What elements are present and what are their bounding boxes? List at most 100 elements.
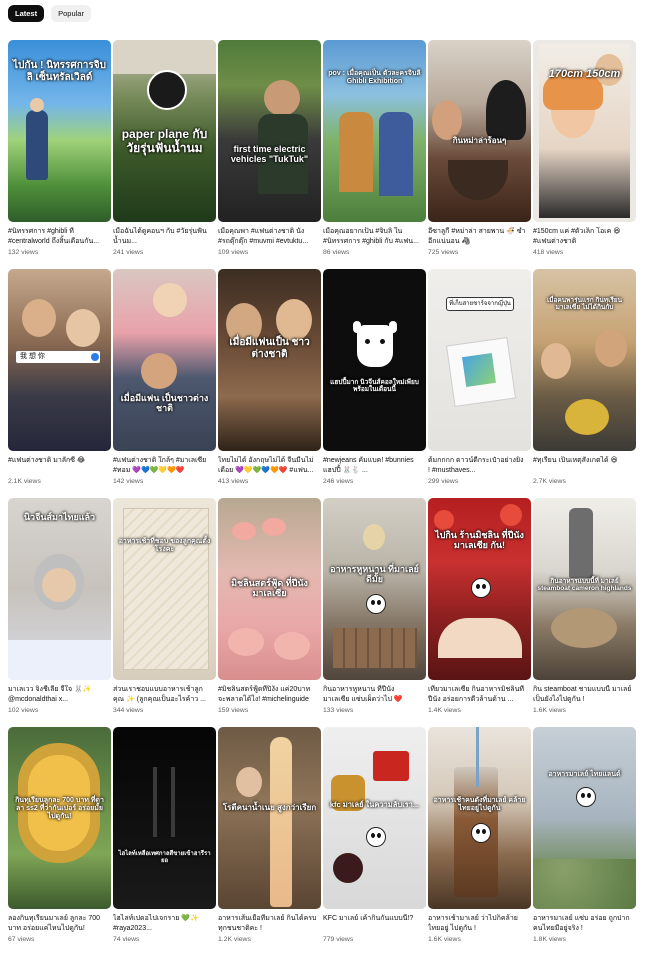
tab-latest[interactable]: Latest — [8, 5, 45, 22]
video-caption[interactable]: เที่ยวมาเลเซีย กินอาหารมิชลินที่ปีนัง อร… — [428, 685, 531, 705]
video-caption[interactable]: อี๋ซาลูกี้ #หม่าล่า สายพาน 🍜 ซ้ำอีกแน่นอ… — [428, 227, 531, 247]
view-count: 67 views — [8, 936, 35, 943]
short-card[interactable]: กินหม่าล่าร้อนๆ อี๋ซาลูกี้ #หม่าล่า สายพ… — [428, 40, 531, 269]
video-thumbnail[interactable]: ไปกัน ! นิทรรศการจิบลิ เซ็นทรัลเวิลด์ — [8, 40, 111, 222]
short-card[interactable]: นิวจีนส์มาไทยแล้ว มาเลเวว จิ่งชีเลีย จี้… — [8, 498, 111, 727]
view-count: 2.1K views — [8, 478, 41, 485]
video-caption[interactable]: มาเลเวว จิ่งชีเลีย จี้ใจ 🐰✨ @mcdonaldtha… — [8, 685, 111, 705]
short-card[interactable]: อาหารเช้าคนดังที่มาเลย์ คล้ายไทยอยู่ไปดู… — [428, 727, 531, 956]
video-caption[interactable]: อาหารมาเลย์ แซ่บ อร่อย ถูกปาก คนไทยมีอยู… — [533, 914, 636, 934]
thumbnail-overlay-text: pov : เมื่อคุณเป็น ตัวละครจิบลิ Ghibli E… — [328, 70, 421, 86]
thumbnail-overlay-text: อาหารมาเลย์ ไทยแลนด์ — [548, 771, 621, 778]
view-count: 159 views — [218, 707, 249, 714]
short-card[interactable]: kfc มาเลย์ ในความลับเรา... KFC มาเลย์ เค… — [323, 727, 426, 956]
thumbnail-overlay-text: กินหม่าล่าร้อนๆ — [452, 136, 507, 145]
video-thumbnail[interactable]: โรตีคนาน้ำเนย สูงกว่าเรียก — [218, 727, 321, 909]
video-caption[interactable]: อาหารเส้นเยือที่มาเลย์ กินได้ครบ ทุกชนชา… — [218, 914, 321, 934]
short-card[interactable]: pov : เมื่อคุณเป็น ตัวละครจิบลิ Ghibli E… — [323, 40, 426, 269]
short-card[interactable]: อาหารเช้าที่ชอบ ของลูกคุณตั้งโรงคะ ส่วนเ… — [113, 498, 216, 727]
short-card[interactable]: โรตีคนาน้ำเนย สูงกว่าเรียก อาหารเส้นเยือ… — [218, 727, 321, 956]
short-card[interactable]: paper plane กับ วัยรุ่นฟันน้ำนม เมื่อฉัน… — [113, 40, 216, 269]
video-thumbnail[interactable]: first time electric vehicles "TukTuk" — [218, 40, 321, 222]
video-caption[interactable]: #ทุเรียน เป็นเหตุสังเกตได้ 😆 — [533, 456, 636, 476]
video-caption[interactable]: ส่วนเราชอบแบบอาหารเช้าลูกคุณ ✨ (ลูกคุณเป… — [113, 685, 216, 705]
video-thumbnail[interactable]: อาหารมาเลย์ ไทยแลนด์ — [533, 727, 636, 909]
video-thumbnail[interactable]: เมื่อคนพารุ่นแรก กินทุเรียนมาเลเซีย ไม่ไ… — [533, 269, 636, 451]
emoji-face-icon — [575, 787, 596, 807]
video-caption[interactable]: #นิทรรศการ #ghibli ที่ #centralworld ถึง… — [8, 227, 111, 247]
video-caption[interactable]: KFC มาเลย์ เค้ากินกันแบบนี้!? — [323, 914, 426, 934]
short-card[interactable]: 我 想 你 #แฟนต่างชาติ มาลักซี 😂 2.1K views — [8, 269, 111, 498]
view-count: 1.8K views — [533, 936, 566, 943]
video-thumbnail[interactable]: kfc มาเลย์ ในความลับเรา... — [323, 727, 426, 909]
video-thumbnail[interactable]: เมื่อมีแฟนเป็น ชาวต่างชาติ — [218, 269, 321, 451]
view-count: 74 views — [113, 936, 140, 943]
short-card[interactable]: กินทุเรียนลูกละ 700 บาท ที่ดาลา ss2 ที่ว… — [8, 727, 111, 956]
video-thumbnail[interactable]: pov : เมื่อคุณเป็น ตัวละครจิบลิ Ghibli E… — [323, 40, 426, 222]
video-caption[interactable]: ไฮไลท์เปดอไปเจกราย 💚✨ #raya2023... — [113, 914, 216, 934]
video-thumbnail[interactable]: นิวจีนส์มาไทยแล้ว — [8, 498, 111, 680]
video-thumbnail[interactable]: paper plane กับ วัยรุ่นฟันน้ำนม — [113, 40, 216, 222]
video-thumbnail[interactable]: ที่เก็บสายชาร์จจากญี่ปุ่น — [428, 269, 531, 451]
emoji-face-icon — [470, 578, 491, 598]
video-thumbnail[interactable]: 我 想 你 — [8, 269, 111, 451]
video-thumbnail[interactable]: เมื่อมีแฟน เป็นชาวต่างชาติ — [113, 269, 216, 451]
short-card[interactable]: ที่เก็บสายชาร์จจากญี่ปุ่น ต้มกกกก ดาวน์ด… — [428, 269, 531, 498]
video-caption[interactable]: กินอาหารหูหนาน ที่ปีนัง มาเลเซีย แซ่บเผ็… — [323, 685, 426, 705]
video-caption[interactable]: กิน steamboat ชามแบบนี้ มาเลย์ เป็นยังไง… — [533, 685, 636, 705]
video-caption[interactable]: ลองกินทุเรียนมาเลย์ ลูกละ 700 บาท อร่อยแ… — [8, 914, 111, 934]
short-card[interactable]: 170cm 150cm #150cm แค่ #ตัวเล็ก โอเค 😆 #… — [533, 40, 636, 269]
short-card[interactable]: แฮปปี้มาก นิวจีนส์คอลใหม่เพียบ พร้อมในเด… — [323, 269, 426, 498]
video-thumbnail[interactable]: กินทุเรียนลูกละ 700 บาท ที่ดาลา ss2 ที่ว… — [8, 727, 111, 909]
view-count: 299 views — [428, 478, 459, 485]
video-thumbnail[interactable]: อาหารเช้าที่ชอบ ของลูกคุณตั้งโรงคะ — [113, 498, 216, 680]
video-thumbnail[interactable]: กินหม่าล่าร้อนๆ — [428, 40, 531, 222]
short-card[interactable]: เมื่อมีแฟนเป็น ชาวต่างชาติ ไทยไม่ได้ อัง… — [218, 269, 321, 498]
video-thumbnail[interactable]: อาหารหูหนาน ที่มาเลย์ ดีมั้ย — [323, 498, 426, 680]
thumbnail-overlay-text: เมื่อมีแฟนเป็น ชาวต่างชาติ — [229, 337, 310, 360]
video-thumbnail[interactable]: 170cm 150cm — [533, 40, 636, 222]
video-caption[interactable]: ไทยไม่ได้ อังกฤษไม่ได้ จีนมีนไม่เดือย 💜💛… — [218, 456, 321, 476]
video-thumbnail[interactable]: มิชลินสตร์ฟู้ด ที่ปีนัง มาเลเซีย — [218, 498, 321, 680]
short-card[interactable]: first time electric vehicles "TukTuk" เม… — [218, 40, 321, 269]
video-thumbnail[interactable]: กินอาหารแบบนี้ที่ มาเลย์ steamboat camer… — [533, 498, 636, 680]
video-caption[interactable]: #มิชลินสตร์ฟู้ดที่ปิงัง แค่20บาท จะพลาดไ… — [218, 685, 321, 705]
short-card[interactable]: ไฮไลท์เหลือเทศกาลสีขายเข้าฮารีรายอ ไฮไลท… — [113, 727, 216, 956]
short-card[interactable]: เมื่อมีแฟน เป็นชาวต่างชาติ #แฟนต่างชาติ … — [113, 269, 216, 498]
filter-tabs: Latest Popular — [8, 5, 91, 22]
thumbnail-overlay-text: อาหารหูหนาน ที่มาเลย์ ดีมั้ย — [330, 564, 419, 585]
thumbnail-overlay-text: แฮปปี้มาก นิวจีนส์คอลใหม่เพียบ พร้อมในเด… — [330, 379, 419, 394]
thumbnail-overlay-text: ที่เก็บสายชาร์จจากญี่ปุ่น — [446, 297, 514, 311]
thumbnail-overlay-text: first time electric vehicles "TukTuk" — [230, 144, 309, 165]
view-count: 1.6K views — [533, 707, 566, 714]
short-card[interactable]: เมื่อคนพารุ่นแรก กินทุเรียนมาเลเซีย ไม่ไ… — [533, 269, 636, 498]
video-caption[interactable]: เมื่อฉันได้ดูคอนฯ กับ #วัยรุ่นฟันน้ำนม..… — [113, 227, 216, 247]
emoji-face-icon — [365, 594, 386, 614]
video-caption[interactable]: เมื่อคุณพา #แฟนต่างชาติ นั่ง #รถตุ๊กตุ๊ก… — [218, 227, 321, 247]
view-count: 132 views — [8, 249, 39, 256]
video-caption[interactable]: #150cm แค่ #ตัวเล็ก โอเค 😆 #แฟนต่างชาติ — [533, 227, 636, 247]
video-thumbnail[interactable]: ไปกิน ร้านมิชลิน ที่ปีนัง มาเลเซีย กัน! — [428, 498, 531, 680]
video-caption[interactable]: #แฟนต่างชาติ ใกล้ๆ #มาเลเซีย #ทอม 💜💙💚💛🧡❤… — [113, 456, 216, 476]
thumbnail-overlay-text: นิวจีนส์มาไทยแล้ว — [23, 512, 96, 522]
short-card[interactable]: ไปกิน ร้านมิชลิน ที่ปีนัง มาเลเซีย กัน! … — [428, 498, 531, 727]
short-card[interactable]: กินอาหารแบบนี้ที่ มาเลย์ steamboat camer… — [533, 498, 636, 727]
tab-popular[interactable]: Popular — [51, 5, 91, 22]
video-thumbnail[interactable]: ไฮไลท์เหลือเทศกาลสีขายเข้าฮารีรายอ — [113, 727, 216, 909]
video-thumbnail[interactable]: อาหารเช้าคนดังที่มาเลย์ คล้ายไทยอยู่ไปดู… — [428, 727, 531, 909]
view-count: 1.4K views — [428, 707, 461, 714]
view-count: 413 views — [218, 478, 249, 485]
video-caption[interactable]: #newjeans คัมแบค! #bunnies แฮปปี้ 🐰🐇 ... — [323, 456, 426, 476]
video-thumbnail[interactable]: แฮปปี้มาก นิวจีนส์คอลใหม่เพียบ พร้อมในเด… — [323, 269, 426, 451]
thumbnail-overlay-text: เมื่อมีแฟน เป็นชาวต่างชาติ — [120, 393, 209, 414]
short-card[interactable]: อาหารหูหนาน ที่มาเลย์ ดีมั้ย กินอาหารหูห… — [323, 498, 426, 727]
video-caption[interactable]: อาหารเช้ามาเลย์ ว่าไปก็คล้ายไทยอยู่ ไปดู… — [428, 914, 531, 934]
thumbnail-overlay-text: กินทุเรียนลูกละ 700 บาท ที่ดาลา ss2 ที่ว… — [15, 797, 104, 821]
view-count: 418 views — [533, 249, 564, 256]
video-caption[interactable]: #แฟนต่างชาติ มาลักซี 😂 — [8, 456, 111, 476]
short-card[interactable]: อาหารมาเลย์ ไทยแลนด์ อาหารมาเลย์ แซ่บ อร… — [533, 727, 636, 956]
video-caption[interactable]: ต้มกกกก ดาวน์ดีกระเป๋าอย่างยิ่ง ! #musth… — [428, 456, 531, 476]
short-card[interactable]: ไปกัน ! นิทรรศการจิบลิ เซ็นทรัลเวิลด์ #น… — [8, 40, 111, 269]
video-caption[interactable]: เมื่อคุณอยากเป็น #จิบลิ ใน #นิทรรศการ #g… — [323, 227, 426, 247]
short-card[interactable]: มิชลินสตร์ฟู้ด ที่ปีนัง มาเลเซีย #มิชลิน… — [218, 498, 321, 727]
